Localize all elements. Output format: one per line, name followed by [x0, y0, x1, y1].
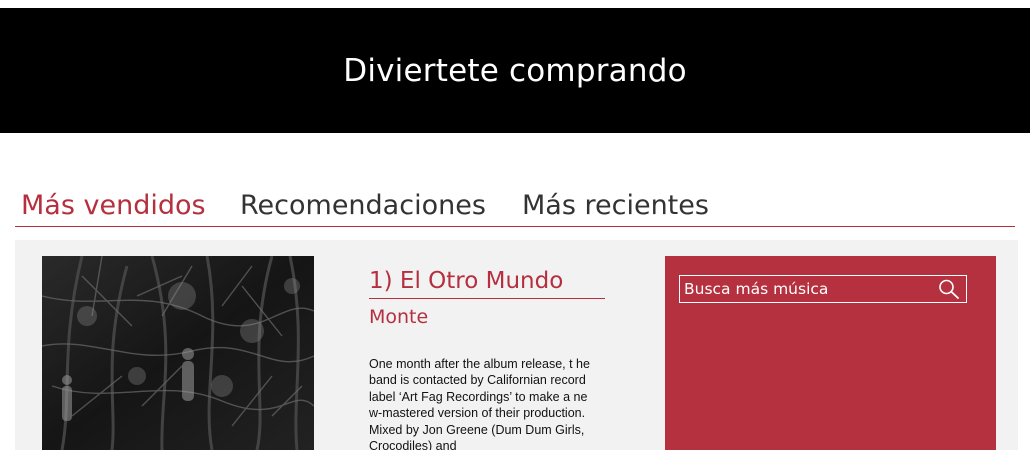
album-cover-image[interactable] — [42, 256, 314, 450]
tab-mas-recientes[interactable]: Más recientes — [522, 188, 709, 224]
page-title: Diviertete comprando — [343, 52, 687, 89]
tab-bar: Más vendidos Recomendaciones Más recient… — [15, 188, 1015, 227]
tab-recomendaciones[interactable]: Recomendaciones — [240, 188, 486, 224]
product-panel: 1) El Otro Mundo Monte One month after t… — [15, 240, 1018, 450]
tab-mas-vendidos[interactable]: Más vendidos — [21, 188, 206, 224]
search-box — [665, 256, 996, 450]
product-title[interactable]: 1) El Otro Mundo — [369, 266, 605, 299]
product-artist[interactable]: Monte — [369, 304, 428, 330]
product-description: One month after the album release, t he … — [369, 357, 590, 450]
search-input[interactable] — [680, 276, 930, 302]
page: Diviertete comprando Más vendidos Recome… — [0, 0, 1030, 450]
header-banner: Diviertete comprando — [0, 8, 1030, 133]
search-field — [679, 275, 967, 303]
search-icon[interactable] — [938, 279, 960, 299]
